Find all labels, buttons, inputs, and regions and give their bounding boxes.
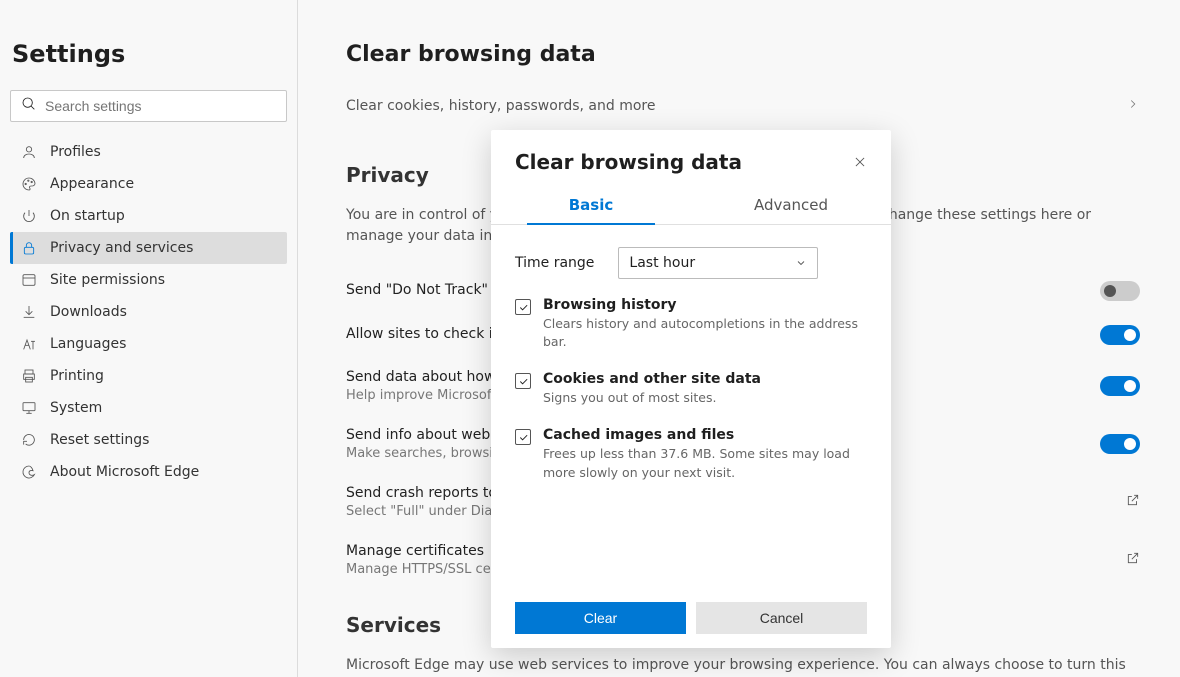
cancel-button[interactable]: Cancel [696, 602, 867, 634]
modal-overlay: Clear browsing data Basic Advanced Time … [0, 0, 1180, 677]
checkbox-cache[interactable] [515, 429, 531, 445]
clear-button[interactable]: Clear [515, 602, 686, 634]
time-range-value: Last hour [629, 255, 695, 271]
time-range-label: Time range [515, 255, 594, 271]
close-icon [853, 155, 867, 169]
tab-advanced[interactable]: Advanced [691, 188, 891, 224]
checkbox-cookies[interactable] [515, 373, 531, 389]
check-sub: Signs you out of most sites. [543, 389, 761, 407]
dialog-title: Clear browsing data [515, 150, 742, 174]
check-sub: Clears history and autocompletions in th… [543, 315, 867, 351]
check-title: Cookies and other site data [543, 371, 761, 387]
check-cookies: Cookies and other site data Signs you ou… [515, 371, 867, 407]
check-sub: Frees up less than 37.6 MB. Some sites m… [543, 445, 867, 481]
check-cache: Cached images and files Frees up less th… [515, 427, 867, 481]
time-range-select[interactable]: Last hour [618, 247, 818, 279]
clear-browsing-data-dialog: Clear browsing data Basic Advanced Time … [491, 130, 891, 648]
chevron-down-icon [795, 257, 807, 269]
checkbox-browsing-history[interactable] [515, 299, 531, 315]
check-browsing-history: Browsing history Clears history and auto… [515, 297, 867, 351]
tab-basic[interactable]: Basic [491, 188, 691, 224]
dialog-tabs: Basic Advanced [491, 188, 891, 225]
check-title: Cached images and files [543, 427, 867, 443]
close-button[interactable] [853, 155, 867, 169]
check-title: Browsing history [543, 297, 867, 313]
